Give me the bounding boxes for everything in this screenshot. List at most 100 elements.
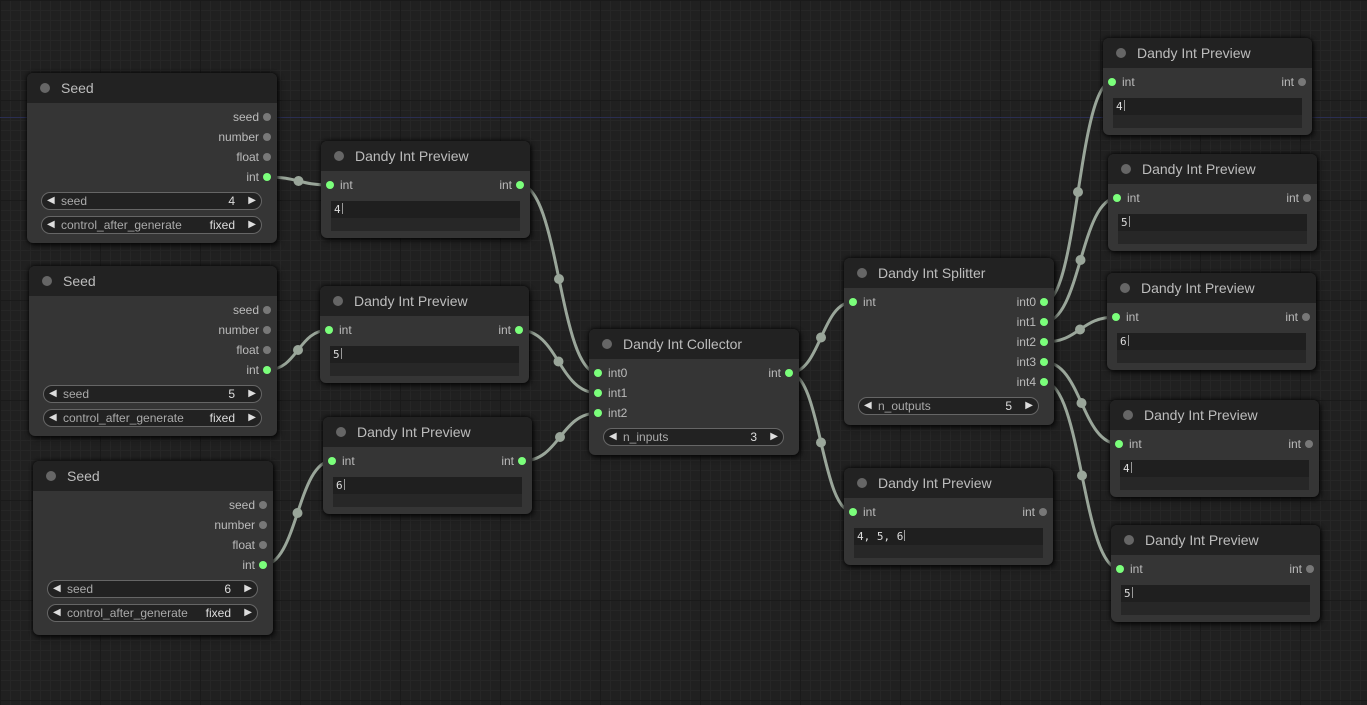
- collapse-icon[interactable]: [857, 268, 867, 278]
- collapse-icon[interactable]: [1121, 164, 1131, 174]
- output-slot-int[interactable]: [259, 561, 267, 569]
- node-header[interactable]: Dandy Int Preview: [321, 141, 530, 171]
- node-seed2[interactable]: Seed seed number float int ◀ seed 5 ▶ ◀ control_af…: [29, 266, 277, 436]
- input-slot-int[interactable]: [849, 298, 857, 306]
- collapse-icon[interactable]: [336, 427, 346, 437]
- output-slot-float[interactable]: [259, 541, 267, 549]
- collapse-icon[interactable]: [1120, 283, 1130, 293]
- node-graph-canvas[interactable]: Seed seed number float int ◀ seed 4 ▶ ◀ control_af…: [0, 0, 1367, 705]
- widget-n-inputs[interactable]: ◀ n_inputs 3 ▶: [603, 428, 784, 446]
- collapse-icon[interactable]: [857, 478, 867, 488]
- node-header[interactable]: Seed: [33, 461, 273, 491]
- link-midpoint-handle[interactable]: [293, 345, 303, 355]
- output-slot-int[interactable]: [1302, 313, 1310, 321]
- input-slot-int[interactable]: [1108, 78, 1116, 86]
- link-midpoint-handle[interactable]: [293, 176, 304, 186]
- link-midpoint-handle[interactable]: [1073, 187, 1083, 197]
- link-midpoint-handle[interactable]: [553, 356, 564, 367]
- collapse-icon[interactable]: [1116, 48, 1126, 58]
- input-slot-int0[interactable]: [594, 369, 602, 377]
- link-midpoint-handle[interactable]: [555, 432, 565, 442]
- output-slot-int[interactable]: [516, 181, 524, 189]
- collapse-icon[interactable]: [333, 296, 343, 306]
- output-slot-int[interactable]: [263, 173, 271, 181]
- output-slot-int[interactable]: [1303, 194, 1311, 202]
- decrement-arrow-icon[interactable]: ◀: [49, 386, 57, 402]
- node-prevB[interactable]: Dandy Int Preview int int 5: [1108, 154, 1317, 251]
- decrement-arrow-icon[interactable]: ◀: [49, 410, 57, 426]
- link-midpoint-handle[interactable]: [554, 274, 564, 284]
- decrement-arrow-icon[interactable]: ◀: [53, 605, 61, 621]
- increment-arrow-icon[interactable]: ▶: [248, 217, 256, 233]
- collapse-icon[interactable]: [40, 83, 50, 93]
- increment-arrow-icon[interactable]: ▶: [770, 429, 778, 445]
- link-midpoint-handle[interactable]: [816, 437, 826, 448]
- preview-textbox[interactable]: 4: [1120, 460, 1309, 490]
- output-slot-seed[interactable]: [263, 113, 271, 121]
- input-slot-int1[interactable]: [594, 389, 602, 397]
- link-midpoint-handle[interactable]: [816, 332, 826, 343]
- collapse-icon[interactable]: [334, 151, 344, 161]
- node-header[interactable]: Dandy Int Preview: [1107, 273, 1316, 303]
- node-prevD[interactable]: Dandy Int Preview int int 4: [1110, 400, 1319, 497]
- output-slot-int[interactable]: [785, 369, 793, 377]
- node-seed1[interactable]: Seed seed number float int ◀ seed 4 ▶ ◀ control_af…: [27, 73, 277, 243]
- output-slot-seed[interactable]: [259, 501, 267, 509]
- input-slot-int[interactable]: [325, 326, 333, 334]
- output-slot-int[interactable]: [1039, 508, 1047, 516]
- preview-textbox[interactable]: 4: [1113, 98, 1302, 128]
- input-slot-int[interactable]: [1116, 565, 1124, 573]
- output-slot-int[interactable]: [515, 326, 523, 334]
- node-prevE[interactable]: Dandy Int Preview int int 5: [1111, 525, 1320, 622]
- decrement-arrow-icon[interactable]: ◀: [609, 429, 617, 445]
- node-header[interactable]: Dandy Int Preview: [323, 417, 532, 447]
- link-midpoint-handle[interactable]: [1076, 398, 1087, 408]
- node-prev2[interactable]: Dandy Int Preview int int 5: [320, 286, 529, 383]
- input-slot-int[interactable]: [328, 457, 336, 465]
- output-slot-int[interactable]: [1298, 78, 1306, 86]
- decrement-arrow-icon[interactable]: ◀: [47, 193, 55, 209]
- collapse-icon[interactable]: [42, 276, 52, 286]
- output-slot-int[interactable]: [263, 366, 271, 374]
- input-slot-int[interactable]: [1112, 313, 1120, 321]
- node-header[interactable]: Dandy Int Preview: [1108, 154, 1317, 184]
- link-midpoint-handle[interactable]: [1075, 255, 1086, 265]
- node-header[interactable]: Dandy Int Preview: [1111, 525, 1320, 555]
- increment-arrow-icon[interactable]: ▶: [1025, 398, 1033, 414]
- widget-control-after-generate[interactable]: ◀ control_after_generate fixed ▶: [47, 604, 258, 622]
- output-slot-float[interactable]: [263, 346, 271, 354]
- output-slot-int[interactable]: [518, 457, 526, 465]
- increment-arrow-icon[interactable]: ▶: [244, 605, 252, 621]
- collapse-icon[interactable]: [1124, 535, 1134, 545]
- output-slot-number[interactable]: [263, 133, 271, 141]
- input-slot-int[interactable]: [1113, 194, 1121, 202]
- input-slot-int[interactable]: [849, 508, 857, 516]
- input-slot-int[interactable]: [326, 181, 334, 189]
- link-midpoint-handle[interactable]: [1077, 470, 1087, 481]
- collapse-icon[interactable]: [1123, 410, 1133, 420]
- widget-seed[interactable]: ◀ seed 6 ▶: [47, 580, 258, 598]
- preview-textbox[interactable]: 5: [1121, 585, 1310, 615]
- increment-arrow-icon[interactable]: ▶: [248, 193, 256, 209]
- node-prevC[interactable]: Dandy Int Preview int int 6: [1107, 273, 1316, 370]
- node-prev3[interactable]: Dandy Int Preview int int 6: [323, 417, 532, 514]
- preview-textbox[interactable]: 6: [1117, 333, 1306, 363]
- increment-arrow-icon[interactable]: ▶: [244, 581, 252, 597]
- output-slot-int1[interactable]: [1040, 318, 1048, 326]
- preview-textbox[interactable]: 4, 5, 6: [854, 528, 1043, 558]
- node-header[interactable]: Seed: [27, 73, 277, 103]
- node-prevA[interactable]: Dandy Int Preview int int 4: [1103, 38, 1312, 135]
- output-slot-int0[interactable]: [1040, 298, 1048, 306]
- output-slot-int2[interactable]: [1040, 338, 1048, 346]
- node-header[interactable]: Dandy Int Preview: [1103, 38, 1312, 68]
- preview-textbox[interactable]: 5: [1118, 214, 1307, 244]
- node-header[interactable]: Dandy Int Preview: [1110, 400, 1319, 430]
- decrement-arrow-icon[interactable]: ◀: [864, 398, 872, 414]
- node-header[interactable]: Dandy Int Splitter: [844, 258, 1054, 288]
- link-midpoint-handle[interactable]: [1075, 324, 1085, 335]
- widget-control-after-generate[interactable]: ◀ control_after_generate fixed ▶: [41, 216, 262, 234]
- output-slot-int4[interactable]: [1040, 378, 1048, 386]
- node-prev1[interactable]: Dandy Int Preview int int 4: [321, 141, 530, 238]
- output-slot-int3[interactable]: [1040, 358, 1048, 366]
- output-slot-int[interactable]: [1306, 565, 1314, 573]
